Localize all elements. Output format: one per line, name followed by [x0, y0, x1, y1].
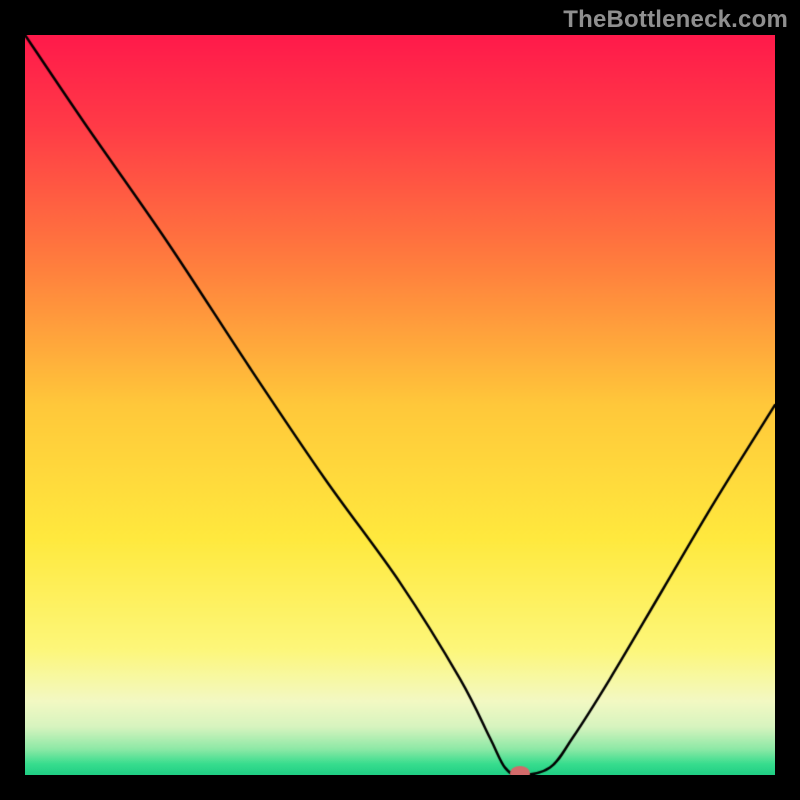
chart-canvas	[25, 35, 775, 775]
chart-frame: TheBottleneck.com	[0, 0, 800, 800]
plot-area	[25, 35, 775, 775]
watermark-text: TheBottleneck.com	[563, 6, 788, 34]
